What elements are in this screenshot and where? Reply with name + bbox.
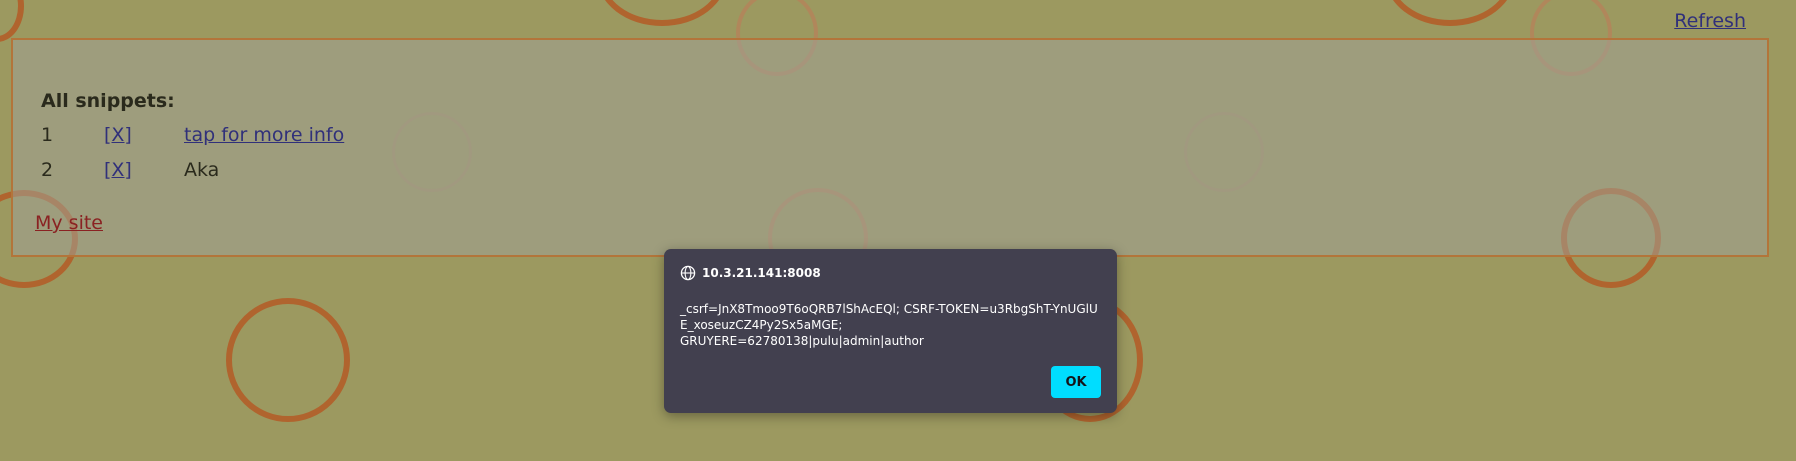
snippet-number: 2: [41, 159, 54, 181]
bg-ring: [1385, 0, 1515, 26]
alert-dialog: 10.3.21.141:8008 _csrf=JnX8Tmoo9T6oQRB7l…: [664, 249, 1117, 413]
snippet-text: Aka: [184, 159, 220, 181]
globe-icon: [680, 265, 696, 281]
bg-ring: [226, 298, 350, 422]
delete-snippet-link[interactable]: [X]: [104, 124, 132, 146]
bg-ring: [0, 0, 24, 42]
snippet-link[interactable]: tap for more info: [184, 124, 344, 146]
delete-snippet-link[interactable]: [X]: [104, 159, 132, 181]
refresh-link[interactable]: Refresh: [1674, 10, 1746, 32]
alert-origin: 10.3.21.141:8008: [702, 266, 821, 280]
my-site-link[interactable]: My site: [35, 212, 103, 234]
snippets-panel: All snippets: 1 [X] tap for more info 2 …: [11, 38, 1769, 257]
ok-button[interactable]: OK: [1051, 366, 1101, 398]
snippets-heading: All snippets:: [41, 90, 175, 112]
alert-header: 10.3.21.141:8008: [680, 265, 821, 281]
alert-message: _csrf=JnX8Tmoo9T6oQRB7lShAcEQl; CSRF-TOK…: [680, 302, 1098, 348]
snippet-number: 1: [41, 124, 54, 146]
bg-ring: [597, 0, 727, 26]
